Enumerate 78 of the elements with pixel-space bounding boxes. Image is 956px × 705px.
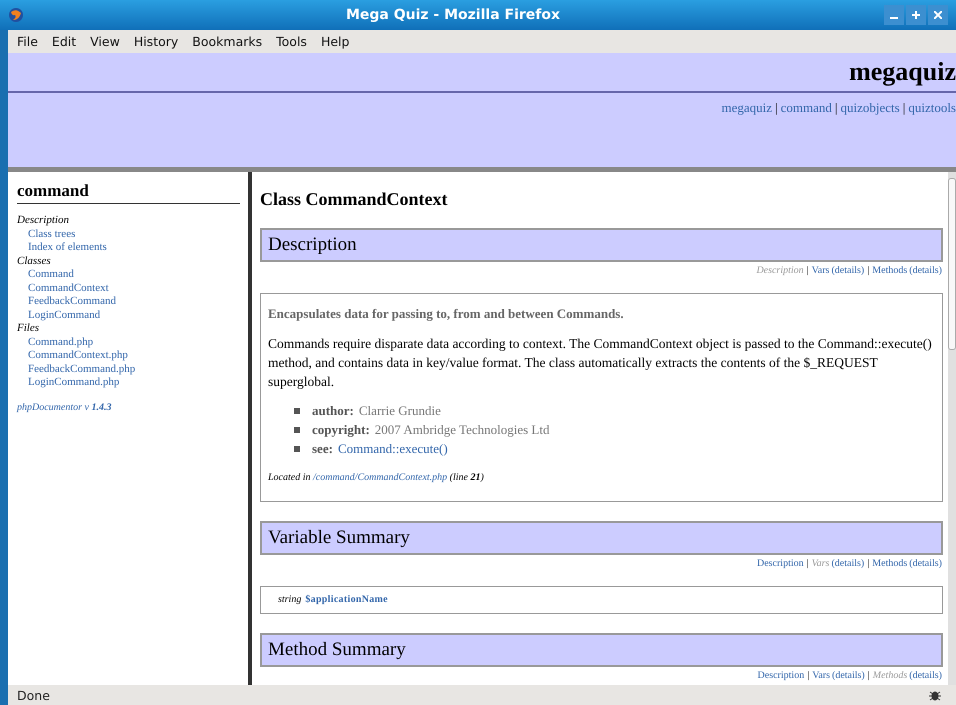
description-text: Commands require disparate data according to context. The CommandContext object is passed to the Command::execute() method, and contains data in key/value format. The class automatically extracts the contents of the $_REQUEST superglobal. bbox=[268, 335, 933, 391]
sidebar-link[interactable]: Index of elements bbox=[17, 241, 240, 254]
section-nav-link[interactable]: Vars bbox=[812, 265, 830, 277]
separator: | bbox=[867, 265, 870, 277]
sidebar-link[interactable]: FeedbackCommand bbox=[17, 295, 240, 308]
summary-text: Encapsulates data for passing to, from and between Commands. bbox=[268, 306, 625, 322]
sidebar-heading: Description bbox=[17, 214, 70, 228]
section-nav-link[interactable]: Description bbox=[758, 670, 804, 682]
sidebar-link[interactable]: CommandContext bbox=[17, 282, 240, 295]
located-text: Located in /command/CommandContext.php (line 21) bbox=[268, 472, 485, 483]
sidebar-title: command bbox=[17, 180, 240, 204]
section-heading: Description bbox=[260, 228, 943, 262]
menu-item[interactable]: File bbox=[10, 34, 45, 49]
bullet-icon bbox=[294, 446, 300, 452]
sidebar-link[interactable]: CommandContext.php bbox=[17, 349, 240, 362]
section-nav-link[interactable]: Methods bbox=[872, 265, 908, 277]
scrollbar[interactable] bbox=[948, 172, 956, 685]
package-link[interactable]: quizobjects bbox=[840, 100, 900, 116]
page-title: Class CommandContext bbox=[260, 189, 449, 210]
details-link[interactable]: (details) bbox=[831, 558, 864, 570]
sidebar-link[interactable]: Command bbox=[17, 268, 240, 282]
separator: | bbox=[806, 265, 809, 277]
variable-link[interactable]: $applicationName bbox=[305, 594, 388, 605]
window-title: Mega Quiz - Mozilla Firefox bbox=[344, 7, 562, 23]
details-link[interactable]: (details) bbox=[909, 670, 942, 682]
section-nav-link[interactable]: Methods bbox=[872, 558, 908, 570]
file-link[interactable]: /command/CommandContext.php bbox=[313, 472, 448, 483]
package-link[interactable]: quiztools bbox=[908, 100, 956, 116]
menu-item[interactable]: Help bbox=[314, 34, 356, 49]
separator: | bbox=[775, 100, 778, 116]
sidebar-link[interactable]: LoginCommand.php bbox=[17, 376, 240, 390]
section-heading: Variable Summary bbox=[260, 521, 943, 555]
maximize-button[interactable] bbox=[906, 5, 926, 25]
section-nav-link[interactable]: Description bbox=[756, 558, 804, 570]
scrollbar-thumb[interactable] bbox=[948, 178, 956, 350]
close-icon bbox=[934, 11, 942, 19]
section-nav-link[interactable]: Vars bbox=[812, 670, 830, 682]
section-heading: Method Summary bbox=[260, 633, 943, 667]
close-button[interactable] bbox=[928, 5, 948, 25]
bullet-icon bbox=[294, 426, 300, 432]
menu-item[interactable]: Tools bbox=[269, 34, 314, 49]
sidebar-heading: Files bbox=[17, 322, 40, 336]
menu-item[interactable]: View bbox=[83, 34, 127, 49]
sidebar-heading: Classes bbox=[17, 254, 52, 268]
tag-value: Clarrie Grundie bbox=[358, 402, 441, 420]
menu-item[interactable]: Bookmarks bbox=[185, 34, 270, 49]
bullet-icon bbox=[294, 408, 300, 414]
plus-icon bbox=[912, 11, 920, 19]
separator: | bbox=[807, 670, 810, 682]
sidebar-link[interactable]: Class trees bbox=[17, 228, 240, 241]
menu-item[interactable]: Edit bbox=[44, 34, 84, 49]
site-title: megaquiz bbox=[849, 57, 956, 87]
section-nav-link[interactable]: Vars bbox=[812, 558, 830, 570]
details-link[interactable]: (details) bbox=[831, 265, 864, 277]
variable-type: string bbox=[278, 594, 302, 605]
details-link[interactable]: (details) bbox=[909, 265, 942, 277]
package-link[interactable]: megaquiz bbox=[721, 100, 772, 116]
separator: | bbox=[834, 100, 838, 116]
separator: | bbox=[902, 100, 906, 116]
details-link[interactable]: (details) bbox=[832, 670, 865, 682]
separator: | bbox=[868, 670, 870, 682]
tag-name: copyright: bbox=[312, 421, 370, 439]
generator-credit[interactable]: phpDocumentor v 1.4.3 bbox=[17, 402, 240, 412]
tag-name: see: bbox=[312, 440, 333, 458]
tag-name: author: bbox=[312, 402, 354, 420]
package-link[interactable]: command bbox=[780, 100, 832, 116]
details-link[interactable]: (details) bbox=[909, 558, 942, 570]
sidebar-link[interactable]: FeedbackCommand.php bbox=[17, 362, 240, 376]
status-text: Done bbox=[17, 688, 50, 702]
sidebar-link[interactable]: LoginCommand bbox=[17, 308, 240, 322]
separator: | bbox=[867, 558, 870, 570]
browser-logo-icon bbox=[8, 7, 24, 23]
minimize-button[interactable] bbox=[884, 5, 904, 25]
sidebar-link[interactable]: Command.php bbox=[17, 336, 240, 349]
tag-link[interactable]: Command::execute() bbox=[338, 439, 448, 458]
menu-item[interactable]: History bbox=[126, 34, 186, 49]
separator: | bbox=[806, 558, 809, 570]
tag-value: 2007 Ambridge Technologies Ltd bbox=[374, 421, 550, 439]
